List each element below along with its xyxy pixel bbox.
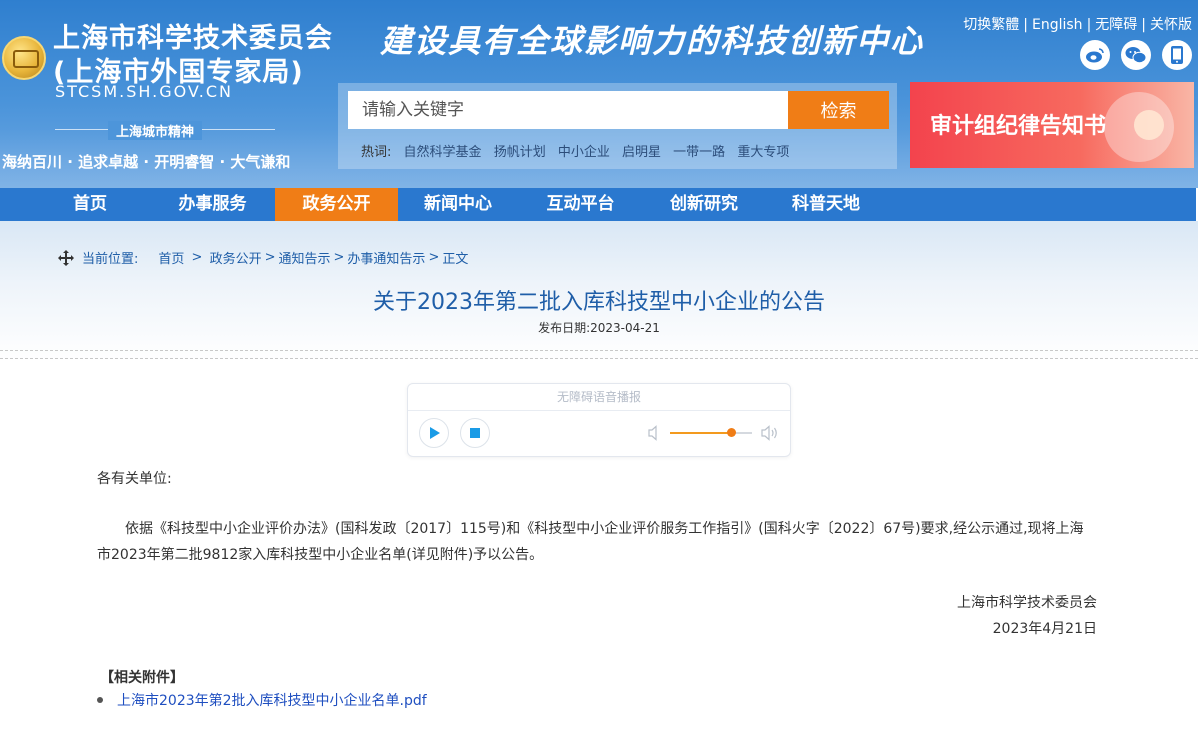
volume-slider[interactable]	[670, 432, 752, 434]
hot-word[interactable]: 扬帆计划	[494, 145, 546, 160]
attachment-link[interactable]: 上海市2023年第2批入库科技型中小企业名单.pdf	[117, 690, 427, 710]
wechat-icon[interactable]	[1121, 40, 1151, 70]
salutation: 各有关单位:	[97, 471, 172, 487]
nav-item-innovation[interactable]: 创新研究	[643, 188, 765, 221]
stop-button[interactable]	[460, 418, 490, 448]
article-title: 关于2023年第二批入库科技型中小企业的公告	[373, 290, 825, 315]
nav-item-home[interactable]: 首页	[30, 188, 150, 221]
volume-low-icon[interactable]	[648, 425, 662, 441]
nav-item-science-pop[interactable]: 科普天地	[765, 188, 887, 221]
audio-player-title: 无障碍语音播报	[408, 384, 790, 411]
hot-word[interactable]: 重大专项	[737, 145, 789, 160]
breadcrumb-notices[interactable]: 通知告示	[279, 248, 331, 267]
nav-item-services[interactable]: 办事服务	[150, 188, 275, 221]
volume-knob[interactable]	[727, 428, 736, 437]
hot-word[interactable]: 一带一路	[673, 145, 725, 160]
divider	[0, 350, 1198, 351]
accessibility-link[interactable]: 无障碍	[1095, 17, 1137, 33]
city-spirit-text: 海纳百川 · 追求卓越 · 开明睿智 · 大气谦和	[2, 153, 291, 171]
mobile-icon[interactable]	[1162, 40, 1192, 70]
audit-notice-banner[interactable]: 审计组纪律告知书	[910, 82, 1194, 168]
banner-text: 审计组纪律告知书	[930, 114, 1107, 139]
signature-date: 2023年4月21日	[992, 621, 1097, 637]
breadcrumb-label: 当前位置:	[82, 252, 139, 267]
play-icon	[430, 427, 440, 439]
banner-decoration	[1134, 110, 1164, 140]
site-domain: STCSM.SH.GOV.CN	[55, 82, 234, 101]
breadcrumb: 当前位置: 首页 > 政务公开 > 通知告示 > 办事通知告示 > 正文	[58, 248, 468, 267]
nav-item-news[interactable]: 新闻中心	[398, 188, 518, 221]
slogan-banner: 建设具有全球影响力的科技创新中心	[380, 22, 925, 60]
hot-word[interactable]: 自然科学基金	[404, 145, 482, 160]
breadcrumb-gov-affairs[interactable]: 政务公开	[210, 248, 262, 267]
breadcrumb-service-notices[interactable]: 办事通知告示	[347, 248, 425, 267]
attachment-item: 上海市2023年第2批入库科技型中小企业名单.pdf	[97, 690, 427, 710]
search-input[interactable]	[348, 91, 788, 129]
volume-fill	[670, 432, 732, 434]
breadcrumb-current: 正文	[442, 252, 469, 267]
location-icon	[58, 249, 74, 266]
article-paragraph: 依据《科技型中小企业评价办法》(国科发政〔2017〕115号)和《科技型中小企业…	[97, 521, 1084, 563]
nav-item-interaction[interactable]: 互动平台	[518, 188, 643, 221]
city-spirit-title: 上海城市精神	[108, 121, 203, 140]
hot-word[interactable]: 中小企业	[558, 145, 610, 160]
weibo-icon[interactable]	[1080, 40, 1110, 70]
breadcrumb-home[interactable]: 首页	[158, 248, 184, 267]
attachments-title: 【相关附件】	[100, 670, 184, 686]
hot-words-label: 热词:	[361, 145, 392, 160]
top-links: 切换繁體 | English | 无障碍 | 关怀版	[963, 17, 1192, 33]
stop-icon	[470, 428, 480, 438]
search-button[interactable]: 检索	[788, 91, 889, 129]
traditional-chinese-link[interactable]: 切换繁體	[963, 17, 1019, 33]
play-button[interactable]	[419, 418, 449, 448]
divider	[0, 358, 1198, 359]
emblem-logo[interactable]	[2, 36, 46, 80]
signature-organization: 上海市科学技术委员会	[957, 595, 1097, 611]
hot-word[interactable]: 启明星	[622, 145, 661, 160]
main-nav: 首页 办事服务 政务公开 新闻中心 互动平台 创新研究 科普天地	[0, 188, 1196, 221]
nav-item-gov-affairs[interactable]: 政务公开	[275, 188, 398, 221]
volume-high-icon[interactable]	[761, 424, 779, 442]
english-link[interactable]: English	[1032, 17, 1083, 33]
publish-date: 发布日期:2023-04-21	[538, 321, 660, 335]
hot-words: 热词: 自然科学基金 扬帆计划 中小企业 启明星 一带一路 重大专项	[361, 141, 797, 160]
bullet	[97, 697, 103, 703]
audio-player: 无障碍语音播报	[407, 383, 791, 457]
elderly-care-link[interactable]: 关怀版	[1150, 17, 1192, 33]
